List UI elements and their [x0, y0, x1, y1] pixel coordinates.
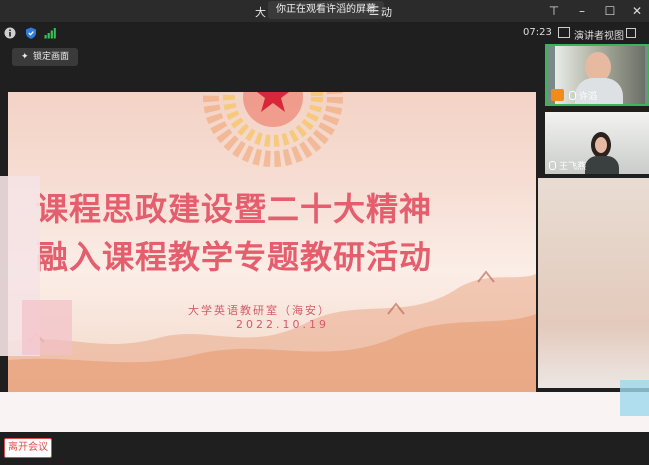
lock-screen-button[interactable]: ✦ 锁定画面	[12, 48, 78, 66]
render-artifact	[0, 392, 649, 432]
layout-view-icon[interactable]	[558, 27, 570, 38]
menu-icon[interactable]: ☰	[366, 3, 382, 19]
view-switch-label[interactable]: 演讲者视图	[574, 27, 624, 42]
participant-name-label: 许滔	[569, 89, 597, 102]
participant-face	[595, 137, 607, 153]
render-artifact	[22, 300, 72, 355]
slide-title-line-2: 融入课程教学专题教研活动	[36, 238, 433, 276]
meeting-toolbar: 07:23 演讲者视图	[0, 22, 649, 44]
lock-screen-label: 锁定画面	[33, 52, 70, 62]
window-title: 大	[255, 6, 266, 19]
title-bar: 大 你正在观看许滔的屏幕 ☰ 动 ⊤ – ☐ ✕	[0, 0, 649, 22]
signal-strength-icon[interactable]	[44, 27, 56, 39]
participant-name-label: 王飞燕	[549, 159, 586, 172]
maximize-button[interactable]: ☐	[602, 3, 618, 19]
slide-title-line-1: 课程思政建设暨二十大精神	[36, 190, 433, 228]
participant-body	[585, 156, 619, 174]
window-title-suffix: 动	[381, 6, 392, 19]
pin-window-icon[interactable]: ⊤	[546, 3, 562, 19]
participant-name: 王飞燕	[559, 162, 587, 172]
minimize-button[interactable]: –	[574, 3, 590, 19]
raise-hand-icon[interactable]	[551, 89, 564, 101]
info-icon[interactable]	[4, 27, 16, 39]
close-button[interactable]: ✕	[629, 3, 645, 19]
pin-icon: ✦	[21, 52, 29, 62]
meeting-window: 大 你正在观看许滔的屏幕 ☰ 动 ⊤ – ☐ ✕ 07:23 演讲者视图 ✦ 锁定…	[0, 0, 649, 465]
participant-video-tile[interactable]: 王飞燕	[545, 112, 649, 174]
shared-slide: 课程思政建设暨二十大精神 融入课程教学专题教研活动 大学英语教研室（海安） 20…	[8, 92, 536, 392]
slide-subtitle: 大学英语教研室（海安）	[188, 304, 331, 317]
leave-meeting-button[interactable]: 离开会议	[4, 438, 52, 458]
mic-icon	[549, 161, 556, 170]
fullscreen-icon[interactable]	[626, 28, 636, 38]
meeting-timer: 07:23	[523, 27, 552, 38]
shield-icon[interactable]	[25, 27, 37, 39]
participant-name: 许滔	[579, 92, 598, 102]
slide-date: 2022.10.19	[236, 318, 329, 331]
render-artifact	[620, 380, 649, 416]
mic-icon	[569, 91, 576, 100]
render-artifact	[538, 178, 649, 388]
participant-video-tile[interactable]: 许滔	[545, 44, 649, 106]
